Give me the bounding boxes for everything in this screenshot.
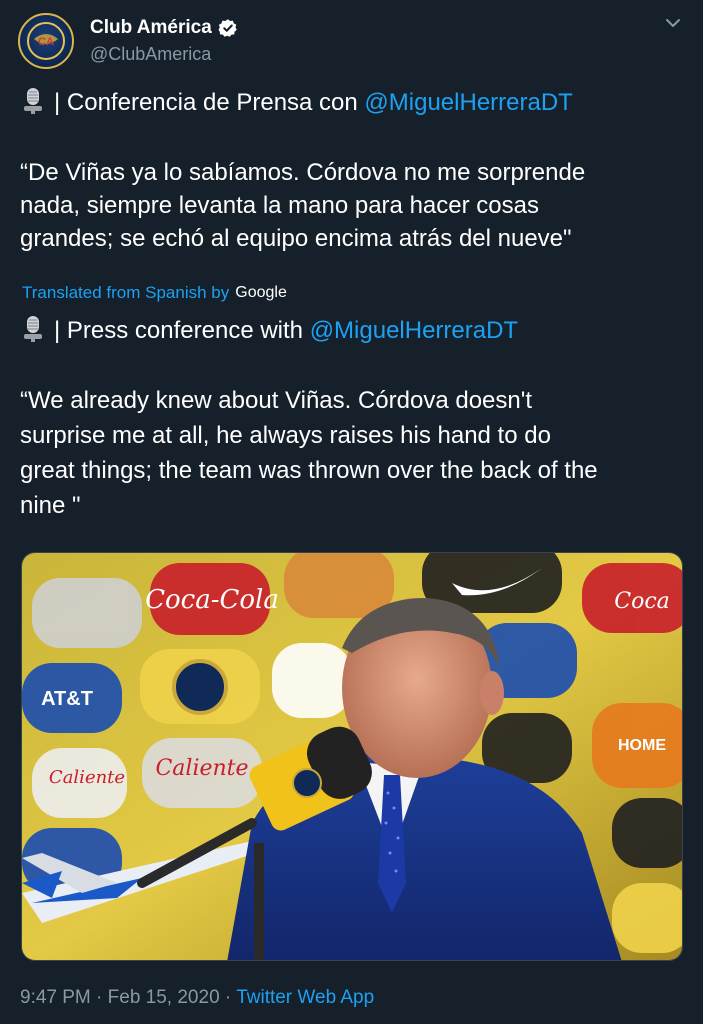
svg-text:CA: CA (38, 36, 54, 48)
press-conference-photo: Coca-Cola Coca AT&T HOME Caliente Calien… (22, 553, 682, 960)
original-quote-line: “De Viñas ya lo sabíamos. Córdova no me … (20, 159, 586, 186)
tweet: CA Club América @ClubAmerica | Conferenc… (0, 0, 703, 1024)
chevron-down-icon[interactable] (662, 12, 684, 34)
translated-label[interactable]: Translated from Spanish by Google (22, 283, 287, 303)
translation-quote-line: “We already knew about Viñas. Córdova do… (20, 387, 532, 414)
display-name[interactable]: Club América (90, 17, 212, 39)
translation-intro-text: | Press conference with (54, 317, 310, 344)
tweet-time[interactable]: 9:47 PM (20, 987, 91, 1008)
tweet-footer: 9:47 PM · Feb 15, 2020 · Twitter Web App (20, 987, 374, 1009)
footer-separator: · (219, 987, 237, 1008)
translated-from-text: Translated from Spanish by (22, 283, 230, 302)
avatar[interactable]: CA (18, 13, 74, 69)
tweet-photo[interactable]: Coca-Cola Coca AT&T HOME Caliente Calien… (21, 552, 683, 961)
translation-quote-line: nine " (20, 492, 81, 519)
microphone-icon (24, 316, 42, 342)
svg-text:Coca: Coca (614, 589, 670, 614)
original-intro-text: | Conferencia de Prensa con (54, 89, 365, 116)
mention-link[interactable]: @MiguelHerreraDT (364, 89, 572, 116)
svg-text:HOME: HOME (618, 737, 666, 754)
svg-text:Caliente: Caliente (155, 756, 248, 781)
verified-badge-icon (218, 19, 237, 37)
club-crest-icon: CA (27, 22, 65, 60)
original-quote-line: grandes; se echó al equipo encima atrás … (20, 225, 572, 252)
svg-text:Caliente: Caliente (49, 767, 125, 788)
svg-text:AT&T: AT&T (41, 688, 93, 710)
mention-link[interactable]: @MiguelHerreraDT (310, 317, 518, 344)
translation-quote-line: great things; the team was thrown over t… (20, 457, 598, 484)
tweet-date[interactable]: Feb 15, 2020 (108, 987, 220, 1008)
svg-text:Coca-Cola: Coca-Cola (145, 585, 279, 615)
google-logo-text: Google (235, 284, 287, 301)
source-app-link[interactable]: Twitter Web App (236, 987, 374, 1008)
original-quote-line: nada, siempre levanta la mano para hacer… (20, 192, 539, 219)
author-name-row: Club América (90, 17, 238, 39)
translation-line-1: | Press conference with @MiguelHerreraDT (20, 314, 518, 347)
author-handle[interactable]: @ClubAmerica (90, 44, 211, 65)
translation-quote-line: surprise me at all, he always raises his… (20, 422, 551, 449)
original-line-1: | Conferencia de Prensa con @MiguelHerre… (20, 86, 573, 119)
microphone-icon (24, 88, 42, 114)
footer-separator: · (90, 987, 108, 1008)
